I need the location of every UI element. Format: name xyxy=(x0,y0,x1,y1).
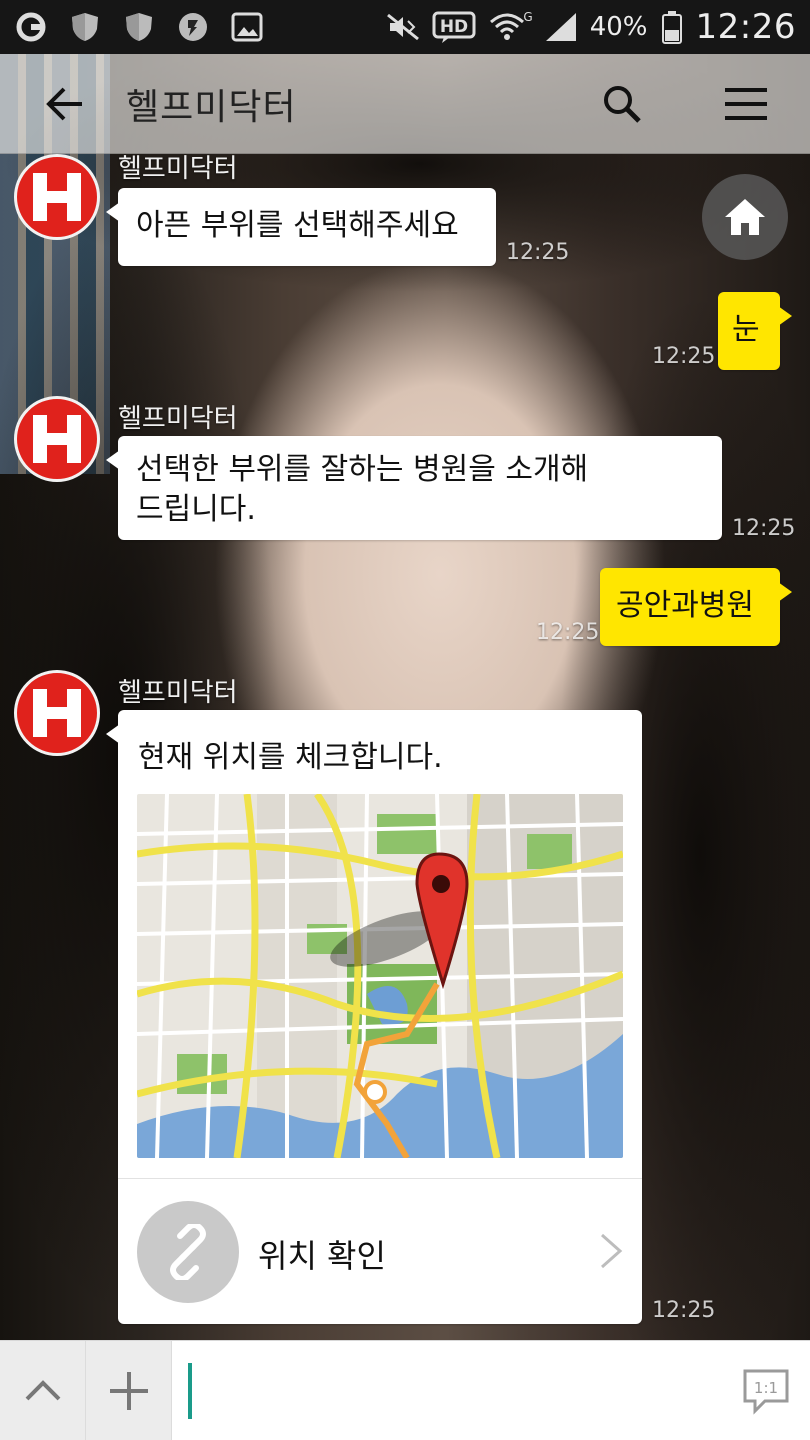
message-input[interactable] xyxy=(172,1341,722,1440)
input-bar: 1:1 xyxy=(0,1340,810,1440)
avatar[interactable] xyxy=(14,670,100,756)
message-time: 12:25 xyxy=(652,344,716,369)
message-bubble[interactable]: 아픈 부위를 선택해주세요 xyxy=(106,188,496,266)
avatar[interactable] xyxy=(14,154,100,240)
home-icon xyxy=(725,199,765,235)
message-text-line: 선택한 부위를 잘하는 병원을 소개해 xyxy=(136,452,589,487)
expand-button[interactable] xyxy=(0,1341,86,1440)
shield-icon xyxy=(68,10,102,44)
home-button[interactable] xyxy=(702,174,788,260)
app-header: 헬프미닥터 xyxy=(0,54,810,154)
hospital-h-icon xyxy=(33,689,81,737)
message-text: 공안과병원 xyxy=(616,588,754,623)
search-button[interactable] xyxy=(592,74,652,134)
location-icon xyxy=(176,10,210,44)
map-image[interactable] xyxy=(137,794,623,1158)
g-logo-icon xyxy=(14,10,48,44)
wifi-icon: G xyxy=(488,10,532,44)
status-bar: HD G 40% 12:26 xyxy=(0,0,810,54)
link-icon xyxy=(170,1224,206,1280)
message-text-line: 드립니다. xyxy=(136,492,256,527)
message-bubble[interactable]: 선택한 부위를 잘하는 병원을 소개해 드립니다. xyxy=(106,436,722,540)
link-circle xyxy=(137,1201,239,1303)
location-card[interactable]: 현재 위치를 체크합니다. 위치 확인 xyxy=(106,710,642,1324)
svg-text:HD: HD xyxy=(440,17,468,37)
menu-icon xyxy=(725,87,767,120)
hd-icon: HD xyxy=(432,10,476,44)
one-to-one-icon: 1:1 xyxy=(743,1369,789,1415)
page-title: 헬프미닥터 xyxy=(126,86,297,128)
search-icon xyxy=(604,85,641,123)
plus-icon xyxy=(109,1372,148,1410)
sender-name: 헬프미닥터 xyxy=(118,678,238,708)
status-time: 12:26 xyxy=(695,7,796,47)
message-time: 12:25 xyxy=(732,516,796,541)
message-time: 12:25 xyxy=(536,620,600,645)
hospital-h-icon xyxy=(33,415,81,463)
chat-area[interactable]: 헬프미닥터 아픈 부위를 선택해주세요 12:25 눈 12:25 헬프미닥터 … xyxy=(0,154,810,1340)
one-to-one-button[interactable]: 1:1 xyxy=(722,1341,810,1440)
chevron-up-icon xyxy=(25,1380,60,1401)
location-confirm-label: 위치 확인 xyxy=(258,1237,386,1275)
sender-name: 헬프미닥터 xyxy=(118,154,238,184)
svg-text:1:1: 1:1 xyxy=(754,1379,778,1397)
shield-icon xyxy=(122,10,156,44)
chevron-right-icon xyxy=(601,1233,623,1269)
battery-icon xyxy=(660,10,684,44)
back-arrow-icon xyxy=(46,87,82,120)
menu-button[interactable] xyxy=(716,74,776,134)
hospital-h-icon xyxy=(33,173,81,221)
back-button[interactable] xyxy=(34,74,94,134)
mute-icon xyxy=(386,10,420,44)
message-text: 눈 xyxy=(732,312,760,347)
svg-text:G: G xyxy=(523,10,532,24)
text-caret xyxy=(188,1363,192,1419)
image-icon xyxy=(230,10,264,44)
avatar[interactable] xyxy=(14,396,100,482)
message-text: 현재 위치를 체크합니다. xyxy=(138,740,443,775)
battery-percent: 40% xyxy=(589,12,648,42)
signal-icon xyxy=(544,10,578,44)
message-time: 12:25 xyxy=(506,240,570,265)
message-bubble-outgoing[interactable]: 눈 xyxy=(718,292,792,370)
message-time: 12:25 xyxy=(652,1298,716,1323)
attach-button[interactable] xyxy=(86,1341,172,1440)
message-text: 아픈 부위를 선택해주세요 xyxy=(136,208,459,243)
sender-name: 헬프미닥터 xyxy=(118,404,238,434)
message-bubble-outgoing[interactable]: 공안과병원 xyxy=(600,568,792,646)
location-confirm-button[interactable]: 위치 확인 xyxy=(118,1179,642,1324)
